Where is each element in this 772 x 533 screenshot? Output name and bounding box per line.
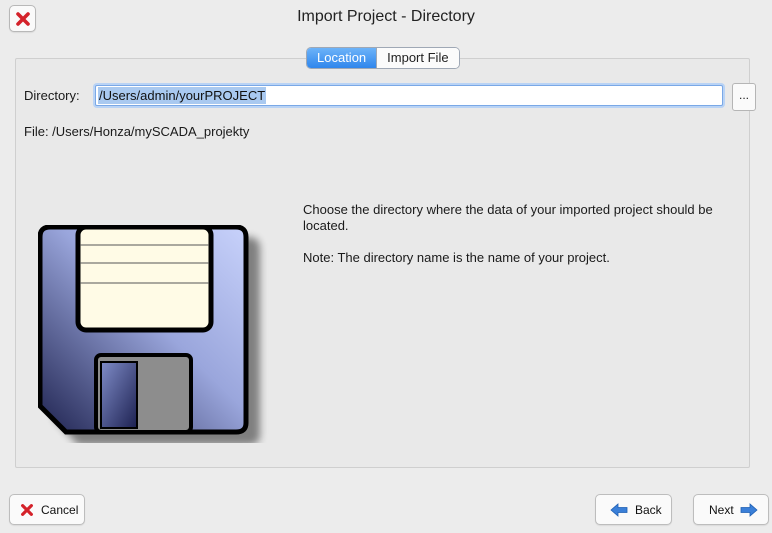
directory-value: /Users/admin/yourPROJECT <box>98 87 267 104</box>
tab-bar: Location Import File <box>306 47 460 69</box>
floppy-disk-icon <box>38 225 260 443</box>
window-title: Import Project - Directory <box>297 8 475 25</box>
directory-label: Directory: <box>24 88 80 103</box>
next-button[interactable]: Next <box>693 494 769 525</box>
directory-input[interactable]: /Users/admin/yourPROJECT <box>95 85 723 106</box>
tab-location[interactable]: Location <box>307 48 377 68</box>
tab-import-file[interactable]: Import File <box>376 48 459 68</box>
cancel-button[interactable]: Cancel <box>9 494 85 525</box>
close-icon <box>21 503 33 516</box>
instruction-line-2: Note: The directory name is the name of … <box>303 250 610 265</box>
instruction-line-1: Choose the directory where the data of y… <box>303 202 713 233</box>
file-path-text: File: /Users/Honza/mySCADA_projekty <box>24 124 250 139</box>
instruction-text: Choose the directory where the data of y… <box>303 202 743 282</box>
next-label: Next <box>709 502 734 517</box>
arrow-right-icon <box>740 502 758 517</box>
browse-button[interactable]: ... <box>732 83 756 111</box>
back-label: Back <box>635 502 662 517</box>
arrow-left-icon <box>610 502 628 517</box>
cancel-label: Cancel <box>41 502 79 517</box>
back-button[interactable]: Back <box>595 494 672 525</box>
